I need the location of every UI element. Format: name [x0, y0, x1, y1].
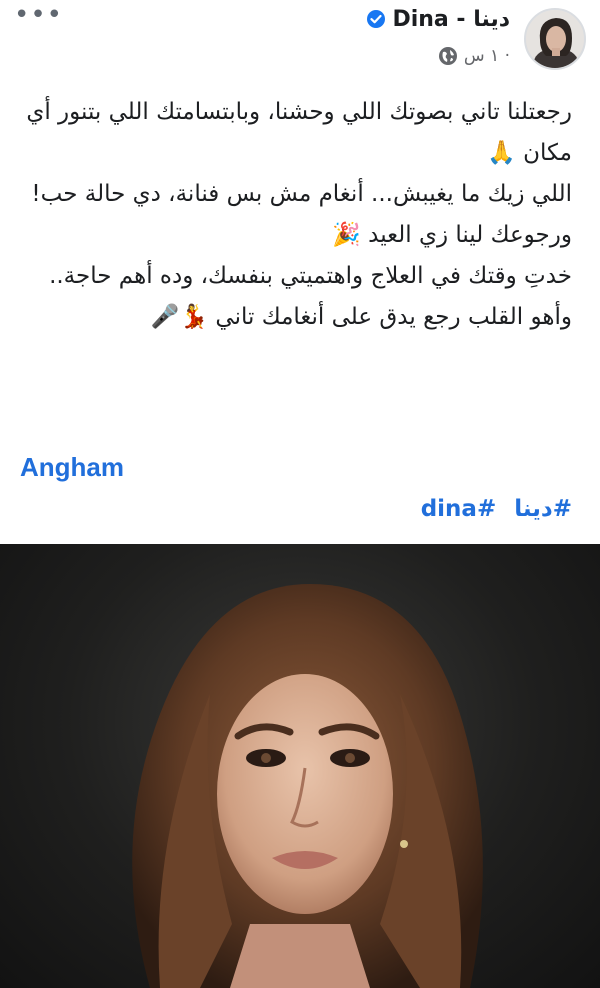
author-name[interactable]: Dina - دينا — [392, 7, 510, 32]
hashtag-link[interactable]: #dina — [421, 496, 497, 522]
post-line: خدتِ وقتك في العلاج واهتميتي بنفسك، وده … — [49, 263, 572, 289]
portrait-image — [132, 584, 483, 988]
post-line: وأهو القلب رجع يدق على أنغامك تاني 💃🎤 — [150, 304, 572, 330]
verified-badge-icon — [366, 9, 386, 29]
globe-icon — [438, 46, 458, 66]
post-header: ••• Dina - دينا ١ س · — [0, 0, 600, 78]
post-line: اللي زيك ما يغيبش... أنغام مش بس فنانة، … — [31, 181, 572, 207]
avatar[interactable] — [524, 8, 586, 70]
hashtag-link[interactable]: #دينا — [514, 496, 572, 522]
timestamp[interactable]: ١ س · — [464, 46, 510, 66]
post-meta: ١ س · — [438, 46, 510, 66]
author-row: Dina - دينا — [366, 4, 510, 34]
post-text: رجعتلنا تاني بصوتك اللي وحشنا، وبابتسامت… — [20, 92, 572, 338]
mention-link[interactable]: Angham — [20, 452, 124, 483]
post-line: رجعتلنا تاني بصوتك اللي وحشنا، وبابتسامت… — [26, 99, 572, 166]
facebook-post: ••• Dina - دينا ١ س · رجعتلنا تاني بصوتك… — [0, 0, 600, 988]
more-options-button[interactable]: ••• — [14, 2, 63, 28]
post-photo[interactable] — [0, 544, 600, 988]
avatar-image — [526, 10, 584, 68]
hashtag-row: #دينا #dina — [411, 496, 572, 522]
post-line: ورجوعك لينا زي العيد 🎉 — [332, 222, 572, 248]
